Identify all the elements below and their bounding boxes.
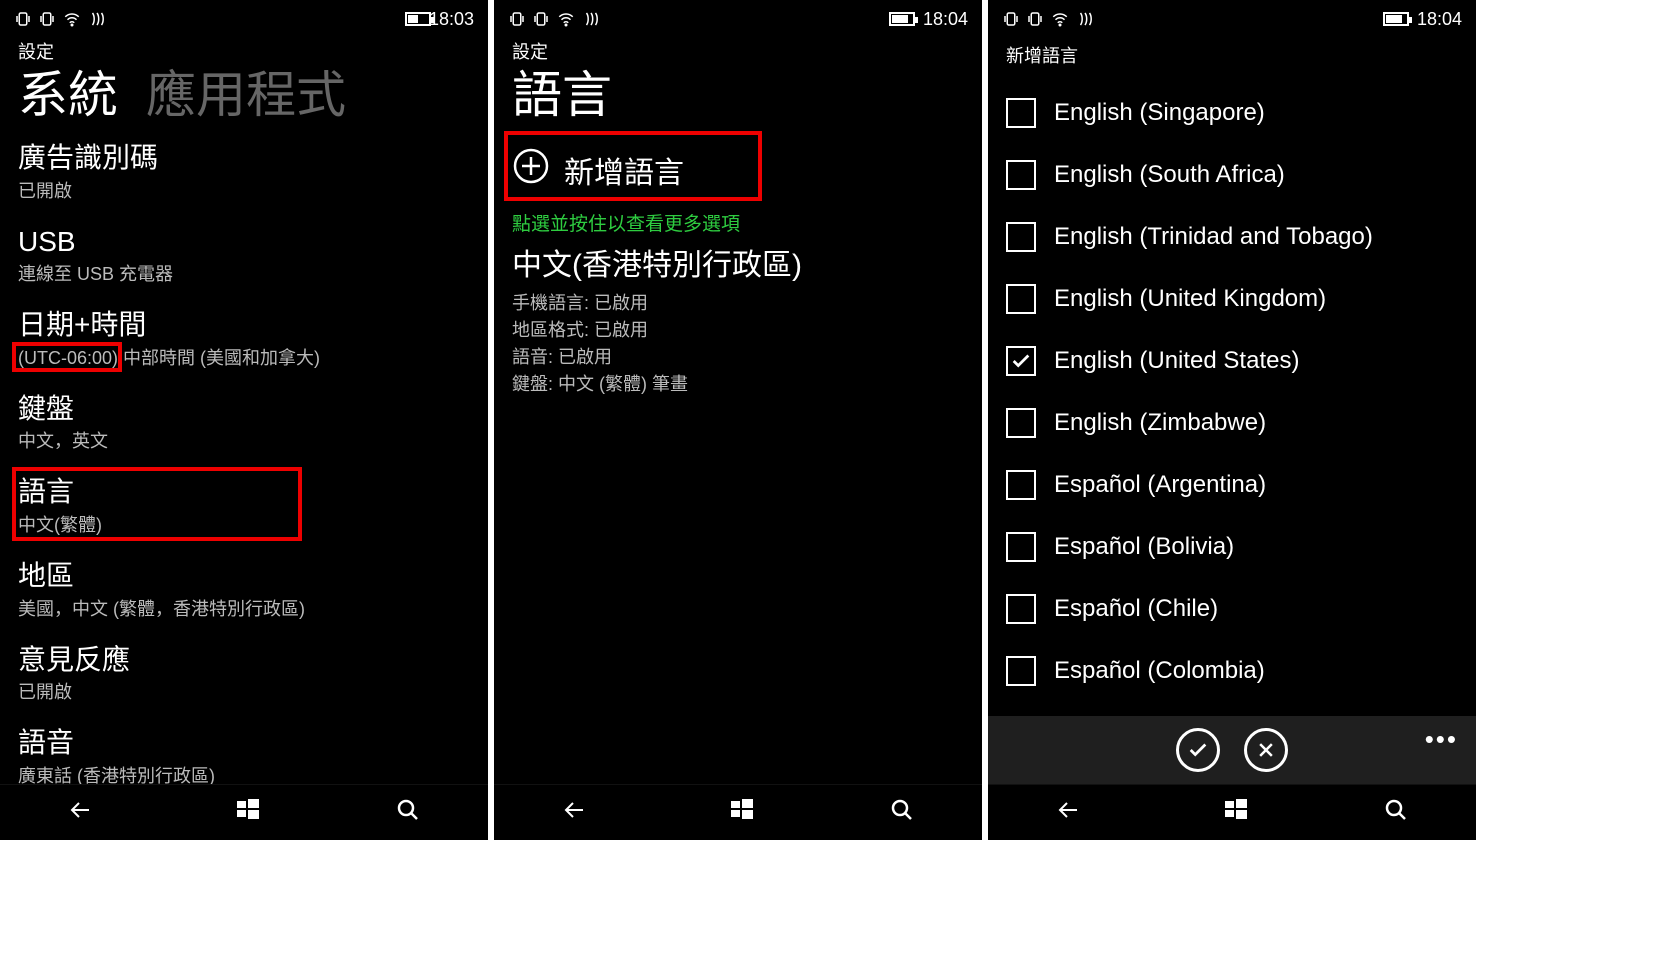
tab-system[interactable]: 系統: [18, 68, 118, 123]
checkbox[interactable]: [1006, 346, 1036, 376]
item-language[interactable]: 語言 中文(繁體): [18, 475, 470, 537]
clock: 18:04: [923, 9, 968, 30]
back-icon[interactable]: [67, 798, 101, 827]
vibrate-icon: [14, 10, 32, 28]
add-language-button[interactable]: 新增語言: [512, 141, 964, 203]
back-icon[interactable]: [1055, 798, 1089, 827]
vibrate-icon: [38, 10, 56, 28]
language-option[interactable]: English (Zimbabwe): [1006, 392, 1458, 454]
start-icon[interactable]: [729, 797, 755, 828]
item-datetime[interactable]: 日期+時間 (UTC-06:00) 中部時間 (美國和加拿大): [18, 308, 470, 370]
checkbox[interactable]: [1006, 98, 1036, 128]
current-language-details: 手機語言: 已啟用 地區格式: 已啟用 語音: 已啟用 鍵盤: 中文 (繁體) …: [512, 290, 964, 398]
search-icon[interactable]: [1383, 797, 1409, 828]
language-option[interactable]: Español (Chile): [1006, 578, 1458, 640]
language-label: Español (Bolivia): [1054, 533, 1234, 561]
status-bar: 18:04: [988, 0, 1476, 34]
screen-language: 18:04 設定 語言 新增語言 點選並按住以查看更多選項 中文(香港特別行政區…: [494, 0, 982, 840]
clock: 18:03: [429, 9, 474, 30]
language-label: English (United States): [1054, 347, 1299, 375]
language-label: English (Zimbabwe): [1054, 409, 1266, 437]
language-option[interactable]: Español (Bolivia): [1006, 516, 1458, 578]
checkbox[interactable]: [1006, 408, 1036, 438]
wifi-icon: [1050, 10, 1070, 28]
vibrate-icon: [508, 10, 526, 28]
vibrate-icon: [1002, 10, 1020, 28]
start-icon[interactable]: [235, 797, 261, 828]
language-option[interactable]: English (South Africa): [1006, 144, 1458, 206]
language-label: English (Singapore): [1054, 99, 1265, 127]
item-speech[interactable]: 語音 廣東話 (香港特別行政區): [18, 726, 470, 784]
search-icon[interactable]: [395, 797, 421, 828]
page-header: 設定: [18, 38, 470, 64]
item-keyboard[interactable]: 鍵盤 中文，英文: [18, 392, 470, 454]
screen-settings-system: 18:03 設定 系統 應用程式 廣告識別碼 已開啟 USB 連線至 USB 充…: [0, 0, 488, 840]
cancel-button[interactable]: [1244, 728, 1288, 772]
language-option[interactable]: English (United States): [1006, 330, 1458, 392]
language-option[interactable]: English (United Kingdom): [1006, 268, 1458, 330]
language-option[interactable]: Español (Colombia): [1006, 640, 1458, 702]
battery-icon: [889, 12, 915, 26]
checkbox[interactable]: [1006, 222, 1036, 252]
current-language[interactable]: 中文(香港特別行政區) 手機語言: 已啟用 地區格式: 已啟用 語音: 已啟用 …: [512, 248, 964, 398]
vibrate-icon: [1026, 10, 1044, 28]
battery-icon: [1383, 12, 1409, 26]
nfc-icon: [88, 10, 106, 28]
battery-charging-icon: [405, 12, 421, 26]
search-icon[interactable]: [889, 797, 915, 828]
nfc-icon: [1076, 10, 1094, 28]
language-option[interactable]: English (Singapore): [1006, 82, 1458, 144]
start-icon[interactable]: [1223, 797, 1249, 828]
language-label: English (United Kingdom): [1054, 285, 1326, 313]
status-bar: 18:03: [0, 0, 488, 34]
checkbox[interactable]: [1006, 470, 1036, 500]
language-label: English (South Africa): [1054, 161, 1285, 189]
wifi-icon: [62, 10, 82, 28]
add-language-label: 新增語言: [564, 148, 684, 192]
plus-circle-icon: [512, 147, 550, 193]
language-option[interactable]: English (Trinidad and Tobago): [1006, 206, 1458, 268]
vibrate-icon: [532, 10, 550, 28]
status-bar: 18:04: [494, 0, 982, 34]
checkbox[interactable]: [1006, 594, 1036, 624]
pivot-tabs: 系統 應用程式: [18, 68, 470, 123]
confirm-button[interactable]: [1176, 728, 1220, 772]
checkbox[interactable]: [1006, 160, 1036, 190]
wifi-icon: [556, 10, 576, 28]
checkbox[interactable]: [1006, 284, 1036, 314]
nav-bar: [988, 784, 1476, 840]
language-option[interactable]: Español (Argentina): [1006, 454, 1458, 516]
item-feedback[interactable]: 意見反應 已開啟: [18, 643, 470, 705]
nav-bar: [494, 784, 982, 840]
page-header: 設定: [512, 38, 964, 64]
page-title: 語言: [512, 68, 964, 123]
back-icon[interactable]: [561, 798, 595, 827]
tab-apps[interactable]: 應用程式: [146, 68, 346, 123]
item-usb[interactable]: USB 連線至 USB 充電器: [18, 225, 470, 287]
clock: 18:04: [1417, 9, 1462, 30]
language-label: English (Trinidad and Tobago): [1054, 223, 1373, 251]
page-title: 新增語言: [1006, 42, 1458, 68]
language-label: Español (Chile): [1054, 595, 1218, 623]
nav-bar: [0, 784, 488, 840]
more-icon[interactable]: •••: [1425, 724, 1458, 755]
item-region[interactable]: 地區 美國，中文 (繁體，香港特別行政區): [18, 559, 470, 621]
screen-add-language: 18:04 新增語言 English (Singapore) English (S…: [988, 0, 1476, 840]
hint-text: 點選並按住以查看更多選項: [512, 209, 964, 236]
item-ad-id[interactable]: 廣告識別碼 已開啟: [18, 141, 470, 203]
app-bar: •••: [988, 716, 1476, 784]
language-label: Español (Colombia): [1054, 657, 1265, 685]
nfc-icon: [582, 10, 600, 28]
language-label: Español (Argentina): [1054, 471, 1266, 499]
checkbox[interactable]: [1006, 532, 1036, 562]
checkbox[interactable]: [1006, 656, 1036, 686]
